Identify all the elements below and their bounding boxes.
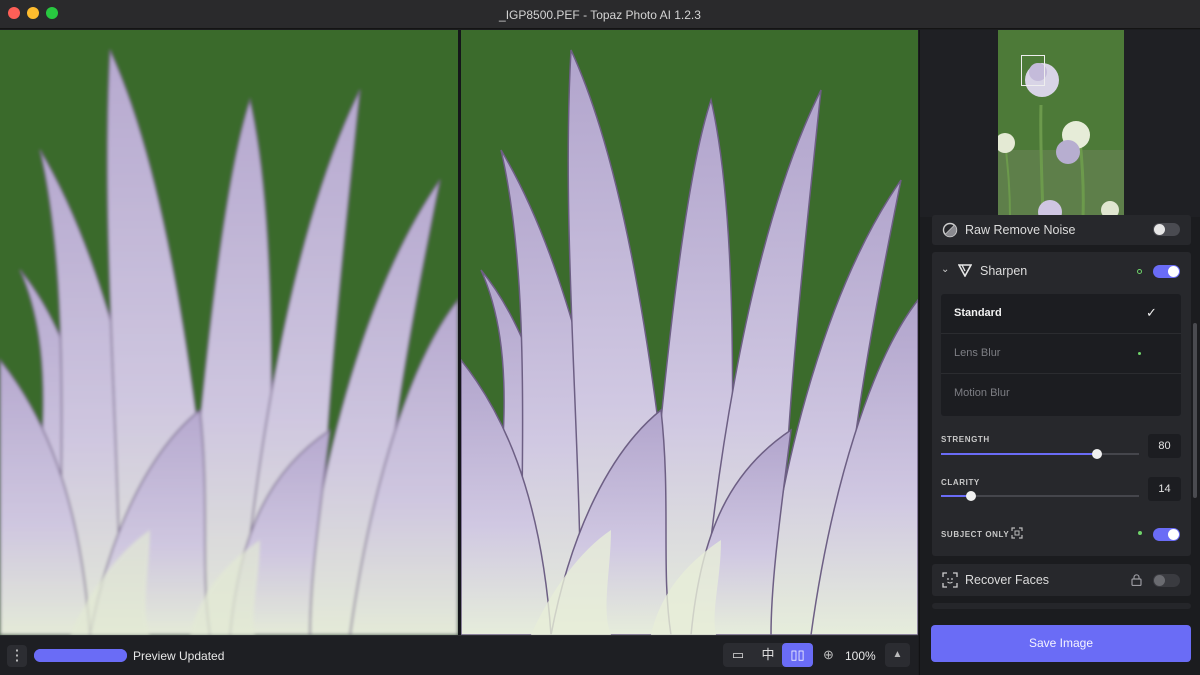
mode-lens-blur[interactable]: Lens Blur xyxy=(941,334,1181,374)
sharpen-icon xyxy=(958,264,972,277)
image-viewer[interactable] xyxy=(0,30,918,635)
preview-image-pane[interactable] xyxy=(461,30,918,635)
lens-blur-dot xyxy=(1138,352,1141,355)
right-sidebar: Raw Remove Noise ⌄ Sharpen Standard ✓ Le… xyxy=(919,30,1200,675)
strength-label: STRENGTH xyxy=(941,435,990,444)
subject-only-dot xyxy=(1138,531,1142,535)
navigator-panel xyxy=(920,30,1200,217)
recover-faces-label: Recover Faces xyxy=(965,573,1050,587)
navigator-thumbnail[interactable] xyxy=(998,30,1124,217)
sharpen-label: Sharpen xyxy=(980,264,1028,278)
subject-select-icon[interactable] xyxy=(1011,527,1023,539)
next-filter-row xyxy=(932,603,1191,609)
clarity-label: CLARITY xyxy=(941,478,980,487)
clarity-slider[interactable] xyxy=(941,491,1139,501)
chevron-down-icon[interactable]: ⌄ xyxy=(941,264,949,275)
subject-only-label: SUBJECT ONLY xyxy=(941,530,1010,539)
noise-icon xyxy=(942,222,958,238)
mode-motion-blur[interactable]: Motion Blur xyxy=(941,374,1181,414)
original-image-pane[interactable] xyxy=(0,30,458,635)
strength-slider-thumb[interactable] xyxy=(1092,449,1102,459)
preview-status-text: Preview Updated xyxy=(133,649,225,663)
clarity-slider-thumb[interactable] xyxy=(966,491,976,501)
chevron-up-icon[interactable]: ▲ xyxy=(885,643,910,667)
navigator-image xyxy=(998,30,1124,217)
mode-motion-blur-label: Motion Blur xyxy=(954,387,1010,399)
split-view-button[interactable]: 中 xyxy=(753,643,783,667)
window-title: _IGP8500.PEF - Topaz Photo AI 1.2.3 xyxy=(499,8,701,22)
bottom-toolbar: ⋮ Preview Updated ▭ 中 ▯▯ ⊕ 100% ▲ xyxy=(0,635,918,675)
raw-remove-noise-row[interactable]: Raw Remove Noise xyxy=(932,215,1191,245)
sharpen-toggle[interactable] xyxy=(1153,265,1180,278)
clarity-value[interactable]: 14 xyxy=(1148,477,1181,501)
mode-lens-blur-label: Lens Blur xyxy=(954,347,1001,359)
lock-icon xyxy=(1131,574,1142,586)
raw-remove-noise-toggle[interactable] xyxy=(1153,223,1180,236)
zoom-level[interactable]: 100% xyxy=(845,649,876,663)
strength-slider[interactable] xyxy=(941,449,1139,459)
raw-remove-noise-label: Raw Remove Noise xyxy=(965,223,1076,237)
zoom-icon[interactable]: ⊕ xyxy=(823,647,834,663)
more-menu-button[interactable]: ⋮ xyxy=(7,645,27,667)
recover-faces-row[interactable]: Recover Faces xyxy=(932,564,1191,596)
sharpen-panel: ⌄ Sharpen Standard ✓ Lens Blur Motion Bl… xyxy=(932,252,1191,556)
save-image-button[interactable]: Save Image xyxy=(931,625,1191,662)
view-mode-group: ▭ 中 ▯▯ xyxy=(723,643,813,667)
preview-progress-bar xyxy=(34,649,127,662)
progress-fill xyxy=(34,649,127,662)
face-icon xyxy=(942,572,958,588)
mode-standard-label: Standard xyxy=(954,307,1002,319)
strength-slider-fill xyxy=(941,453,1097,455)
original-image xyxy=(0,30,458,635)
title-bar: _IGP8500.PEF - Topaz Photo AI 1.2.3 xyxy=(0,0,1200,29)
strength-value[interactable]: 80 xyxy=(1148,434,1181,458)
sharpen-mode-list: Standard ✓ Lens Blur Motion Blur xyxy=(941,294,1181,416)
sidebar-scrollbar[interactable] xyxy=(1193,323,1197,498)
single-view-button[interactable]: ▭ xyxy=(723,643,753,667)
navigator-viewport-rect[interactable] xyxy=(1021,55,1045,86)
side-by-side-view-button[interactable]: ▯▯ xyxy=(782,643,813,667)
mode-standard[interactable]: Standard ✓ xyxy=(941,294,1181,334)
checkmark-icon: ✓ xyxy=(1146,305,1157,320)
sharpen-status-dot xyxy=(1137,269,1142,274)
preview-image xyxy=(461,30,918,635)
recover-faces-toggle[interactable] xyxy=(1153,574,1180,587)
subject-only-toggle[interactable] xyxy=(1153,528,1180,541)
